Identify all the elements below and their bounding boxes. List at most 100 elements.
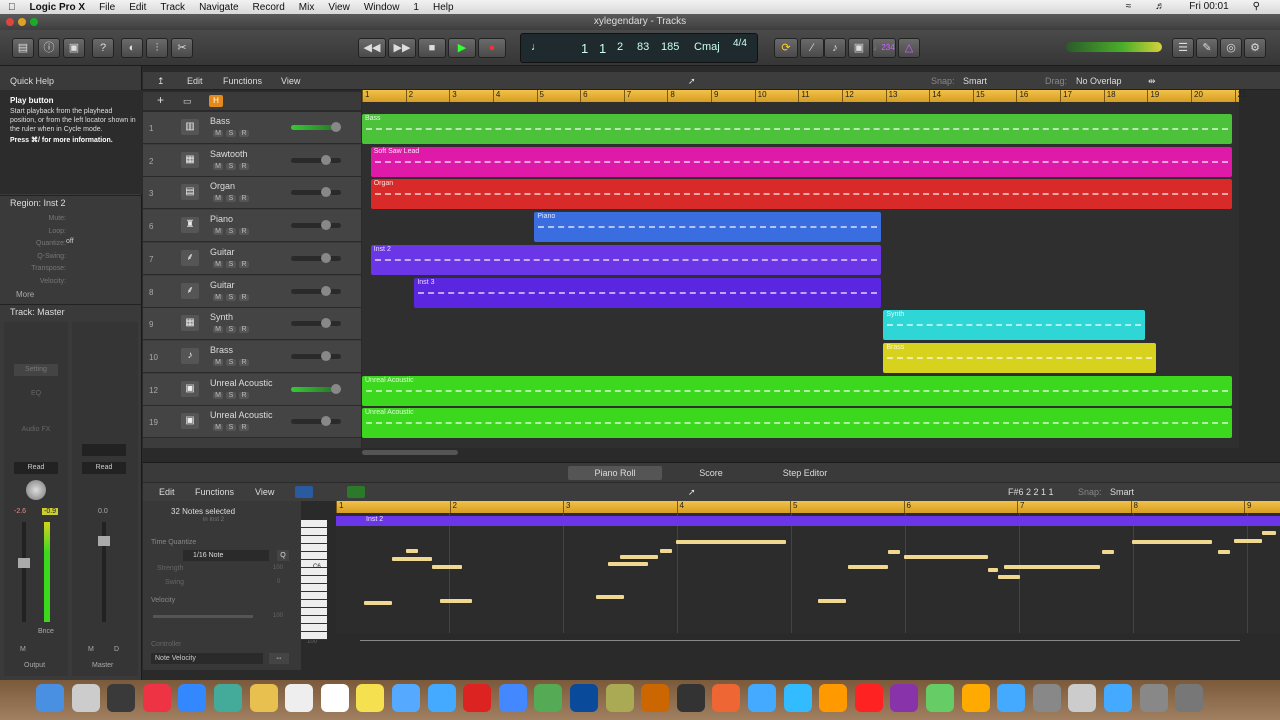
track-mute-button[interactable]: M (213, 424, 223, 432)
track-mute-button[interactable]: M (213, 195, 223, 203)
bounce-button[interactable]: Bnce (38, 628, 54, 635)
track-header[interactable]: 10 ♪ Brass MSR (143, 340, 361, 373)
region[interactable]: Brass (883, 342, 1157, 373)
controller-lane[interactable] (336, 633, 1280, 659)
drag-select[interactable]: No Overlap (1076, 76, 1122, 86)
zoom-icon[interactable] (30, 18, 38, 26)
param-transpose[interactable]: Transpose: (0, 263, 66, 276)
drum-machine-icon[interactable]: ▣ (181, 413, 199, 430)
toolbar-icon[interactable]: ▣ (63, 38, 85, 58)
midi-note[interactable] (848, 565, 888, 569)
stickies-icon[interactable] (356, 684, 385, 712)
tracks-edit-menu[interactable]: Edit (187, 76, 203, 86)
track-record-button[interactable]: R (239, 424, 249, 432)
track-record-button[interactable]: R (239, 260, 249, 268)
app-store-icon[interactable] (819, 684, 848, 712)
track-volume-fader[interactable] (291, 285, 341, 296)
track-volume-fader[interactable] (291, 350, 341, 361)
track-solo-button[interactable]: S (226, 228, 236, 236)
track-solo-button[interactable]: S (226, 162, 236, 170)
rewind-button[interactable]: ◀◀ (358, 38, 386, 58)
browser-icon[interactable]: ⚙ (1244, 38, 1266, 58)
track-header[interactable]: 9 ▦ Synth MSR (143, 308, 361, 341)
track-header[interactable]: 2 ▦ Sawtooth MSR (143, 144, 361, 177)
fader-knob[interactable] (321, 350, 331, 361)
library-icon[interactable]: ▤ (12, 38, 34, 58)
track-mute-button[interactable]: M (213, 162, 223, 170)
pan-knob[interactable] (26, 480, 46, 500)
track-record-button[interactable]: R (239, 228, 249, 236)
trash-icon[interactable] (1175, 684, 1204, 712)
controller-expand-icon[interactable]: ⇔ (269, 653, 289, 664)
master-automation-mode[interactable]: Read (82, 462, 126, 474)
fader-knob[interactable] (321, 252, 331, 263)
tab-step-editor[interactable]: Step Editor (758, 466, 852, 480)
eq-button[interactable]: EQ (14, 390, 58, 402)
fader-knob[interactable] (331, 122, 341, 132)
menu-help[interactable]: Help (433, 2, 454, 13)
hide-button[interactable]: H (209, 95, 223, 107)
audio-fx-button[interactable]: Audio FX (14, 426, 58, 438)
wifi-icon[interactable]: ≈ (1126, 1, 1132, 12)
piano-roll-grid[interactable]: Inst 2 (336, 513, 1280, 633)
menu-view[interactable]: View (328, 2, 350, 13)
smart-controls-icon[interactable]: ◐ (121, 38, 143, 58)
editors-icon[interactable]: ✂ (171, 38, 193, 58)
track-solo-button[interactable]: S (226, 293, 236, 301)
finalcut-icon[interactable] (605, 684, 634, 712)
midi-note[interactable] (660, 549, 672, 553)
record-button[interactable]: ● (478, 38, 506, 58)
finder-icon[interactable] (36, 684, 64, 712)
menu-record[interactable]: Record (253, 2, 285, 13)
loop-browser-icon[interactable]: ◎ (1220, 38, 1242, 58)
messages-icon[interactable] (392, 684, 420, 712)
track-volume-fader[interactable] (291, 416, 341, 427)
track-name[interactable]: Synth (210, 312, 233, 322)
bar-ruler[interactable]: 1 2 3 4 5 6 7 8 9 10 11 12 13 14 15 16 17 18 19 20 21 (362, 90, 1247, 102)
midi-note[interactable] (1132, 540, 1212, 544)
pointer-tool-icon[interactable]: ➚ (688, 76, 696, 87)
track-solo-button[interactable]: S (226, 326, 236, 334)
count-in-button[interactable]: ♩234 (872, 38, 896, 58)
quantize-select[interactable]: 1/16 Note (183, 550, 269, 561)
track-name[interactable]: Unreal Acoustic (210, 410, 273, 420)
track-record-button[interactable]: R (239, 326, 249, 334)
master-dim-button[interactable]: D (114, 646, 119, 653)
param-mute[interactable]: Mute: (0, 213, 66, 226)
add-track-button[interactable]: + (157, 93, 164, 107)
script-icon[interactable] (1068, 684, 1097, 712)
param-velocity[interactable]: Velocity: (0, 276, 66, 289)
velocity-slider[interactable] (153, 615, 253, 618)
guitar-icon[interactable]: ⸙ (181, 282, 199, 299)
cycle-button[interactable]: ⟳ (774, 38, 798, 58)
horizontal-scrollbar[interactable] (362, 448, 1280, 458)
menu-track[interactable]: Track (160, 2, 185, 13)
midi-note[interactable] (1004, 565, 1100, 569)
region[interactable]: Organ (370, 179, 1233, 210)
volume-icon[interactable]: ♬ (1155, 1, 1165, 12)
editor-view-menu[interactable]: View (255, 487, 274, 497)
track-name[interactable]: Organ (210, 181, 235, 191)
strength-value[interactable]: 100 (273, 565, 283, 571)
inspector-icon[interactable]: ⓘ (38, 38, 60, 58)
bass-amp-icon[interactable]: ▥ (181, 119, 199, 135)
clock[interactable]: Fri 00:01 (1189, 1, 1228, 12)
menu-mix[interactable]: Mix (299, 2, 315, 13)
safari-icon[interactable] (178, 684, 207, 712)
fader-knob[interactable] (321, 220, 331, 231)
track-record-button[interactable]: R (239, 195, 249, 203)
midi-note[interactable] (620, 555, 658, 559)
guitar-icon[interactable]: ⸙ (181, 249, 199, 266)
stop-button[interactable]: ■ (418, 38, 446, 58)
track-volume-fader[interactable] (291, 252, 341, 263)
spotlight-icon[interactable]: ⚲ (1253, 1, 1260, 12)
garageband-icon[interactable] (676, 684, 705, 712)
track-name[interactable]: Brass (210, 345, 233, 355)
track-solo-button[interactable]: S (226, 391, 236, 399)
organ-icon[interactable]: ▤ (181, 184, 199, 201)
note-pad-icon[interactable]: ✎ (1196, 38, 1218, 58)
fader-knob[interactable] (321, 318, 331, 329)
track-solo-button[interactable]: S (226, 195, 236, 203)
launchpad-icon[interactable] (71, 684, 100, 712)
midi-note[interactable] (904, 555, 988, 559)
